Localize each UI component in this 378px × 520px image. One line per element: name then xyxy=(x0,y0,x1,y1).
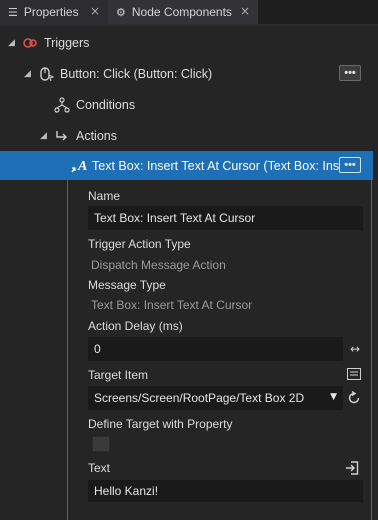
tree-item-button-click[interactable]: ◢ Button: Click (Button: Click) ••• xyxy=(0,59,378,90)
expand-caret-icon[interactable]: ◢ xyxy=(40,131,47,141)
message-type-label: Message Type xyxy=(88,278,166,292)
reset-icon[interactable] xyxy=(345,390,363,406)
action-delay-field[interactable]: 0 xyxy=(88,337,343,361)
target-item-label: Target Item xyxy=(88,368,149,382)
target-item-dropdown[interactable]: Screens/Screen/RootPage/Text Box 2D ▼ xyxy=(88,386,343,410)
tree-item-insert-text-action[interactable]: A Text Box: Insert Text At Cursor (Text … xyxy=(0,151,373,180)
trigger-action-type-value: Dispatch Message Action xyxy=(91,258,226,272)
mouse-click-icon xyxy=(38,65,55,86)
tree-item-conditions-label: Conditions xyxy=(76,98,136,112)
dropdown-arrow-icon[interactable]: ▼ xyxy=(330,392,337,402)
import-icon[interactable] xyxy=(343,459,361,477)
define-target-checkbox[interactable] xyxy=(92,436,110,452)
tab-properties[interactable]: ☰ Properties × xyxy=(0,0,108,24)
trigger-action-type-label: Trigger Action Type xyxy=(88,237,191,251)
text-field[interactable]: Hello Kanzi! xyxy=(88,480,363,502)
action-delay-label: Action Delay (ms) xyxy=(88,319,183,333)
actions-arrow-icon xyxy=(54,128,70,147)
tree-item-actions[interactable]: ◢ Actions xyxy=(0,121,378,152)
tree-item-actions-label: Actions xyxy=(76,129,117,143)
list-icon: ☰ xyxy=(8,5,18,19)
svg-text:A: A xyxy=(77,159,87,174)
define-target-label: Define Target with Property xyxy=(88,417,233,431)
property-binding-icon[interactable] xyxy=(345,366,363,382)
expand-caret-icon[interactable]: ◢ xyxy=(8,38,15,48)
tab-divider xyxy=(0,24,378,26)
text-label: Text xyxy=(88,461,111,475)
more-options-button[interactable]: ••• xyxy=(339,65,361,81)
name-field[interactable]: Text Box: Insert Text At Cursor xyxy=(88,206,363,230)
tree-item-triggers-label: Triggers xyxy=(44,36,90,50)
tab-properties-label: Properties xyxy=(23,5,79,19)
tree-item-triggers[interactable]: ◢ Triggers xyxy=(0,28,378,59)
message-type-value: Text Box: Insert Text At Cursor xyxy=(91,298,253,312)
tree-item-conditions[interactable]: Conditions xyxy=(0,90,378,121)
tab-bar: ☰ Properties × ⚙ Node Components × xyxy=(0,0,378,24)
tree-item-button-click-label: Button: Click (Button: Click) xyxy=(60,67,213,81)
tab-node-components[interactable]: ⚙ Node Components × xyxy=(108,0,258,24)
drag-adjust-icon[interactable]: ↔ xyxy=(345,341,365,357)
conditions-icon xyxy=(54,96,70,117)
close-icon[interactable]: × xyxy=(240,4,250,18)
expand-caret-icon[interactable]: ◢ xyxy=(24,69,31,79)
tab-node-components-label: Node Components xyxy=(131,5,232,19)
target-item-value: Screens/Screen/RootPage/Text Box 2D xyxy=(94,391,305,405)
text-action-icon: A xyxy=(70,156,90,179)
more-options-button[interactable]: ••• xyxy=(339,157,361,173)
tree-item-insert-text-label: Text Box: Insert Text At Cursor (Text Bo… xyxy=(92,159,354,173)
action-properties-panel: Name Text Box: Insert Text At Cursor Tri… xyxy=(67,180,372,520)
components-icon: ⚙ xyxy=(116,5,126,19)
name-label: Name xyxy=(88,189,121,203)
trigger-icon xyxy=(22,35,38,54)
close-icon[interactable]: × xyxy=(90,4,100,18)
